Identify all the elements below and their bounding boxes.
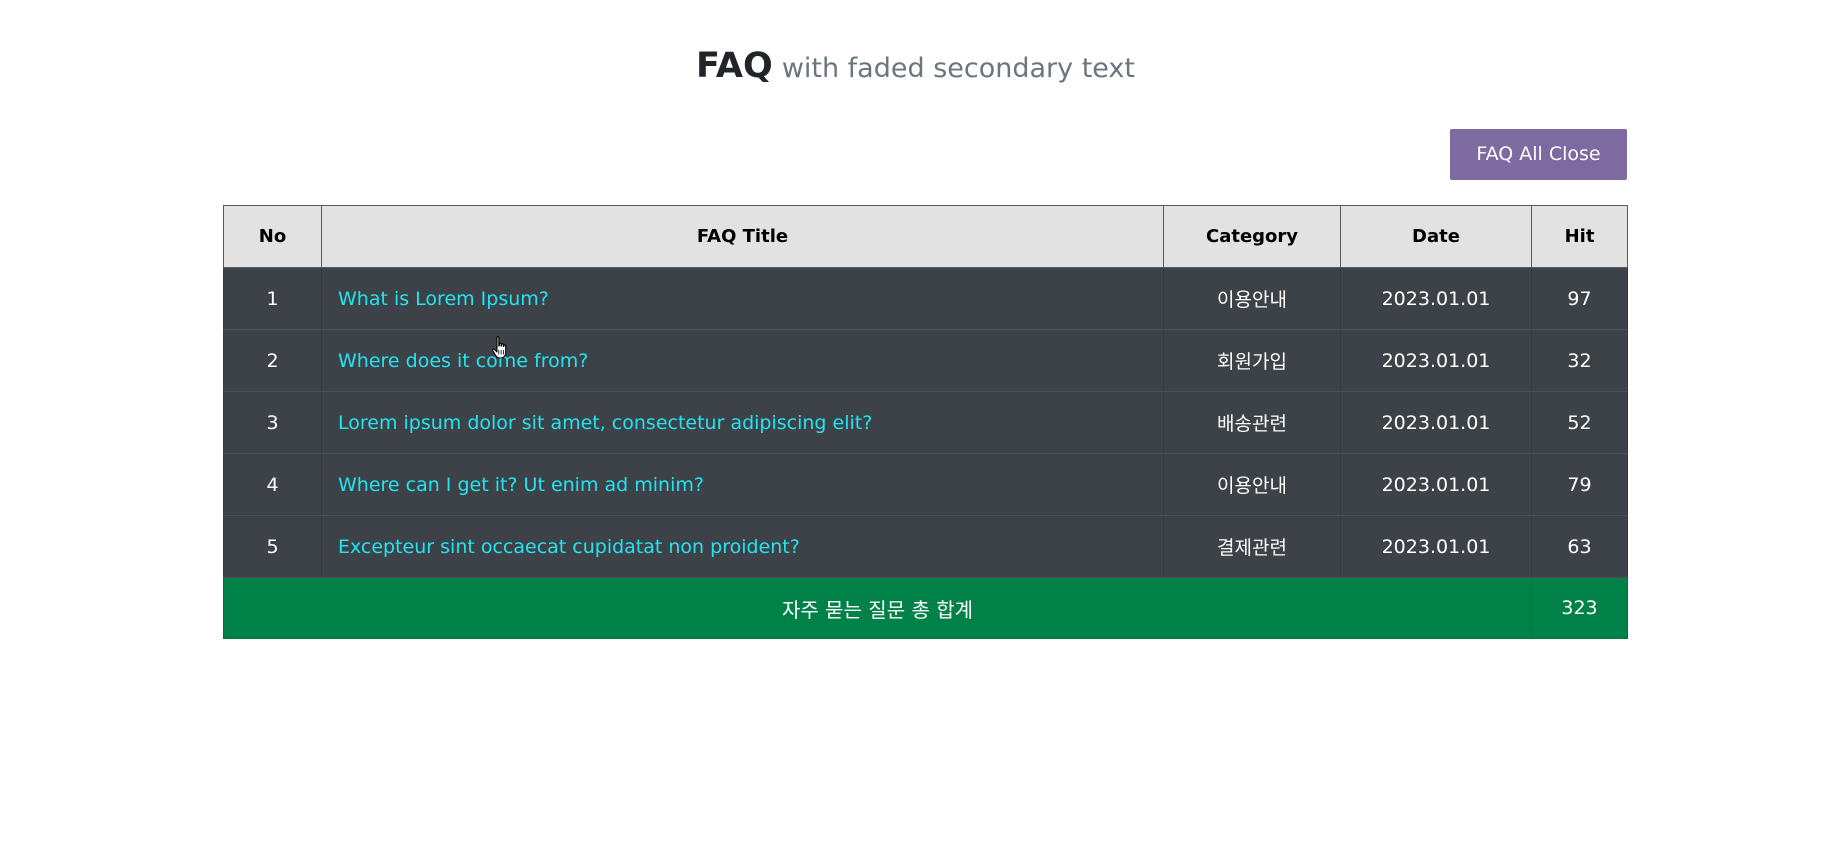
table-row[interactable]: 3 Lorem ipsum dolor sit amet, consectetu… — [223, 391, 1628, 454]
row-number: 4 — [223, 453, 322, 516]
table-row[interactable]: 2 Where does it come from? 회원가입 2023.01.… — [223, 329, 1628, 392]
column-header-title: FAQ Title — [321, 205, 1164, 268]
row-date: 2023.01.01 — [1340, 267, 1532, 330]
row-hit: 52 — [1531, 391, 1628, 454]
table-footer-row: 자주 묻는 질문 총 합계 323 — [223, 577, 1628, 639]
faq-all-close-button[interactable]: FAQ All Close — [1450, 129, 1627, 180]
faq-page: FAQ with faded secondary text FAQ All Cl… — [0, 0, 1831, 864]
row-hit: 32 — [1531, 329, 1628, 392]
table-row[interactable]: 1 What is Lorem Ipsum? 이용안내 2023.01.01 9… — [223, 267, 1628, 330]
column-header-date: Date — [1340, 205, 1532, 268]
faq-title-link[interactable]: Where can I get it? Ut enim ad minim? — [338, 474, 704, 496]
row-number: 3 — [223, 391, 322, 454]
row-date: 2023.01.01 — [1340, 453, 1532, 516]
hand-pointer-icon — [492, 336, 507, 359]
faq-title-link[interactable]: Excepteur sint occaecat cupidatat non pr… — [338, 536, 800, 558]
faq-title-link[interactable]: Lorem ipsum dolor sit amet, consectetur … — [338, 412, 872, 434]
row-category: 이용안내 — [1163, 453, 1341, 516]
row-category: 배송관련 — [1163, 391, 1341, 454]
row-category: 이용안내 — [1163, 267, 1341, 330]
page-heading: FAQ with faded secondary text — [0, 46, 1831, 86]
faq-title-link[interactable]: What is Lorem Ipsum? — [338, 288, 549, 310]
row-number: 1 — [223, 267, 322, 330]
faq-title-link[interactable]: Where does it come from? — [338, 350, 588, 372]
row-category: 회원가입 — [1163, 329, 1341, 392]
row-date: 2023.01.01 — [1340, 391, 1532, 454]
footer-total-label: 자주 묻는 질문 총 합계 — [223, 577, 1532, 639]
row-number: 2 — [223, 329, 322, 392]
row-category: 결제관련 — [1163, 515, 1341, 578]
column-header-no: No — [223, 205, 322, 268]
table-row[interactable]: 4 Where can I get it? Ut enim ad minim? … — [223, 453, 1628, 516]
faq-table: No FAQ Title Category Date Hit 1 What is… — [223, 205, 1628, 639]
column-header-hit: Hit — [1531, 205, 1628, 268]
row-hit: 97 — [1531, 267, 1628, 330]
footer-total-hits: 323 — [1531, 577, 1628, 639]
row-hit: 79 — [1531, 453, 1628, 516]
row-hit: 63 — [1531, 515, 1628, 578]
table-row[interactable]: 5 Excepteur sint occaecat cupidatat non … — [223, 515, 1628, 578]
column-header-category: Category — [1163, 205, 1341, 268]
row-number: 5 — [223, 515, 322, 578]
page-subtitle: with faded secondary text — [781, 53, 1135, 84]
page-title: FAQ — [695, 46, 773, 86]
table-header-row: No FAQ Title Category Date Hit — [223, 205, 1628, 268]
row-date: 2023.01.01 — [1340, 329, 1532, 392]
row-date: 2023.01.01 — [1340, 515, 1532, 578]
